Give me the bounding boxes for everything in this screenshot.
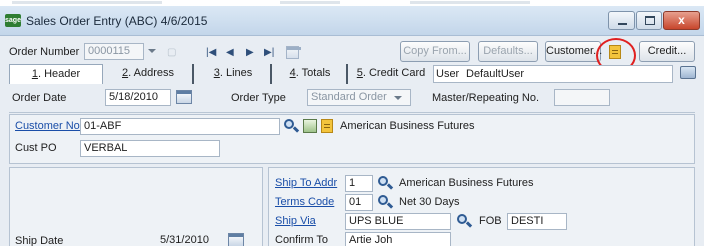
network-icon[interactable] — [680, 66, 696, 79]
chevron-down-icon[interactable] — [394, 96, 402, 100]
close-icon: x — [678, 13, 685, 27]
user-label: User — [436, 68, 460, 80]
tab-header[interactable]: 1. Header — [9, 64, 103, 84]
ship-via-link[interactable]: Ship Via — [275, 215, 316, 227]
close-button[interactable]: x — [663, 11, 700, 30]
terms-code-field[interactable]: 01 — [345, 194, 373, 211]
nav-extra-icon[interactable]: ▢ — [167, 47, 176, 58]
customer-panel: Customer No. 01-ABF American Business Fu… — [9, 114, 695, 164]
ship-to-addr-field[interactable]: 1 — [345, 175, 373, 192]
ship-to-addr-link[interactable]: Ship To Addr — [275, 177, 337, 189]
sage-app-icon: sage — [5, 14, 21, 27]
order-number-label: Order Number — [9, 46, 80, 58]
customer-no-field[interactable]: 01-ABF — [80, 118, 280, 135]
customer-name: American Business Futures — [340, 120, 475, 132]
customer-button[interactable]: Customer... — [545, 41, 602, 62]
fob-label: FOB — [479, 215, 502, 227]
user-display: User DefaultUser — [433, 65, 673, 83]
calendar-icon[interactable] — [228, 233, 244, 246]
copy-from-button[interactable]: Copy From... — [400, 41, 470, 62]
search-icon[interactable] — [284, 119, 300, 134]
ship-to-name: American Business Futures — [399, 177, 534, 189]
cust-po-field[interactable]: VERBAL — [80, 140, 220, 157]
tab-lines[interactable]: 3. Lines — [196, 64, 272, 84]
master-repeating-label: Master/Repeating No. — [432, 92, 539, 104]
dates-panel: Ship Date 5/31/2010 — [9, 167, 263, 246]
add-customer-icon[interactable] — [303, 119, 317, 133]
window-title: Sales Order Entry (ABC) 4/6/2015 — [26, 14, 208, 28]
minimize-icon — [618, 23, 627, 25]
nav-prev-icon[interactable]: ◀ — [226, 47, 234, 58]
minimize-button[interactable] — [608, 11, 635, 30]
nav-next-icon[interactable]: ▶ — [246, 47, 254, 58]
search-icon[interactable] — [378, 176, 394, 191]
customer-memo-icon[interactable] — [321, 119, 333, 133]
ship-date-label: Ship Date — [15, 235, 64, 246]
terms-description: Net 30 Days — [399, 196, 460, 208]
defaults-button[interactable]: Defaults... — [478, 41, 538, 62]
calendar-icon[interactable] — [286, 46, 301, 59]
tab-totals[interactable]: 4. Totals — [274, 64, 348, 84]
fob-field[interactable]: DESTI — [507, 213, 567, 230]
order-type-label: Order Type — [231, 92, 286, 104]
ship-via-field[interactable]: UPS BLUE — [345, 213, 451, 230]
master-repeating-field[interactable] — [554, 89, 610, 106]
search-icon[interactable] — [457, 214, 473, 229]
cust-po-label: Cust PO — [15, 142, 57, 154]
calendar-icon[interactable] — [176, 90, 192, 104]
credit-button[interactable]: Credit... — [639, 41, 695, 62]
maximize-icon — [645, 16, 655, 25]
confirm-to-label: Confirm To — [275, 234, 328, 246]
maximize-button[interactable] — [636, 11, 662, 30]
tab-address[interactable]: 2. Address — [104, 64, 194, 84]
order-number-lookup-icon[interactable] — [148, 49, 156, 53]
terms-code-link[interactable]: Terms Code — [275, 196, 334, 208]
title-bar: sage Sales Order Entry (ABC) 4/6/2015 x — [0, 6, 704, 36]
user-value: DefaultUser — [466, 68, 525, 80]
nav-first-icon[interactable]: |◀ — [206, 47, 216, 58]
shipping-panel: Ship To Addr 1 American Business Futures… — [268, 167, 695, 246]
sales-order-form: Order Number 0000115 ▢ |◀ ◀ ▶ ▶| Copy Fr… — [0, 36, 704, 246]
tab-credit-card[interactable]: 5. Credit Card — [350, 64, 432, 84]
order-date-field[interactable]: 5/18/2010 — [105, 89, 171, 106]
tab-bar: 1. Header 2. Address 3. Lines 4. Totals … — [0, 64, 704, 84]
header-panel: Order Date 5/18/2010 Order Type Standard… — [9, 85, 695, 113]
order-number-field[interactable]: 0000115 — [84, 43, 144, 60]
ship-date-field[interactable]: 5/31/2010 — [156, 232, 222, 246]
confirm-to-field[interactable]: Artie Joh — [345, 232, 451, 246]
customer-no-link[interactable]: Customer No. — [15, 120, 83, 132]
nav-last-icon[interactable]: ▶| — [264, 47, 274, 58]
order-date-label: Order Date — [12, 92, 67, 104]
search-icon[interactable] — [378, 195, 394, 210]
